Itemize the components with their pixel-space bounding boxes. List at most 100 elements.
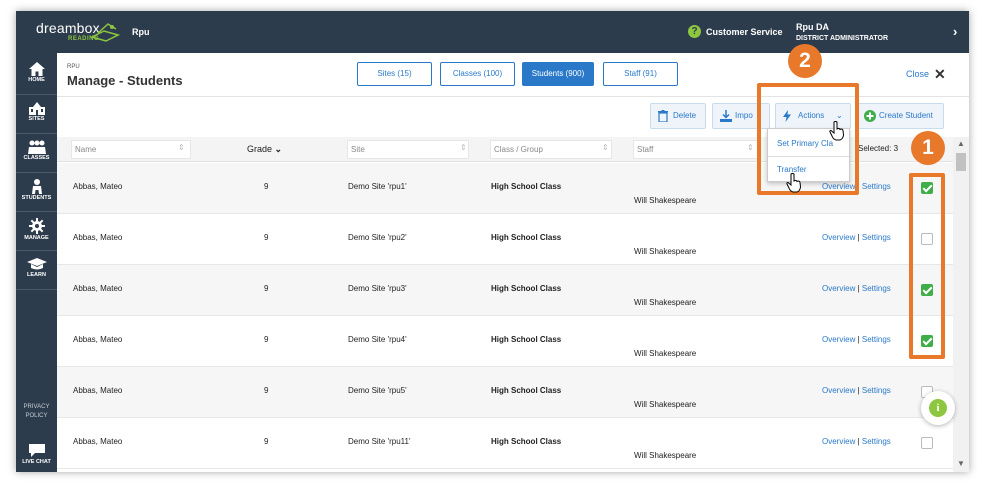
table-row[interactable]: Abbas, Mateo 9 Demo Site 'rpu3' High School… (57, 265, 953, 316)
vertical-scrollbar[interactable]: ▲ ▼ (953, 137, 969, 472)
create-student-label: Create Student (879, 111, 933, 120)
delete-label: Delete (673, 111, 697, 120)
student-site: Demo Site 'rpu2' (348, 233, 407, 242)
selected-count: Selected: 3 (858, 144, 899, 153)
privacy-policy-link[interactable]: PRIVACY POLICY (16, 403, 57, 421)
staff-filter-input[interactable]: Staff (633, 140, 761, 159)
chevron-right-icon[interactable]: › (953, 24, 957, 39)
sidebar-item-classes[interactable]: CLASSES (16, 135, 57, 173)
table-row[interactable]: Abbas, Mateo 9 Demo Site 'rpu11' High Schoo… (57, 418, 953, 469)
link-separator: | (857, 386, 860, 395)
link-separator: | (857, 437, 860, 446)
annotation-box-checkboxes (909, 173, 945, 359)
settings-link[interactable]: Settings (862, 284, 891, 293)
student-icon (31, 179, 42, 194)
gear-icon (28, 218, 45, 234)
sidebar-item-sites[interactable]: SITES (16, 96, 57, 134)
sidebar-label-learn: LEARN (27, 272, 46, 278)
sort-icon[interactable]: ⇕ (747, 143, 754, 152)
tab-classes[interactable]: Classes (100) (440, 62, 515, 86)
info-icon: i (929, 399, 947, 417)
student-site: Demo Site 'rpu1' (348, 182, 407, 191)
name-filter-input[interactable]: Name (71, 140, 191, 159)
overview-link[interactable]: Overview (822, 437, 855, 446)
annotation-step-2: 2 (788, 44, 822, 78)
user-role: DISTRICT ADMINISTRATOR (796, 35, 889, 42)
settings-link[interactable]: Settings (862, 182, 891, 191)
student-staff: Will Shakespeare (634, 451, 697, 460)
sidebar-item-learn[interactable]: LEARN (16, 252, 57, 290)
settings-link[interactable]: Settings (862, 386, 891, 395)
student-class: High School Class (491, 437, 562, 446)
student-grade: 9 (264, 335, 269, 344)
hand-cursor-icon (786, 173, 802, 193)
tab-students[interactable]: Students (900) (522, 62, 594, 86)
student-staff: Will Shakespeare (634, 247, 697, 256)
settings-link[interactable]: Settings (862, 437, 891, 446)
overview-link[interactable]: Overview (822, 386, 855, 395)
scroll-down-icon[interactable]: ▼ (957, 459, 965, 468)
link-separator: | (857, 233, 860, 242)
site-filter-input[interactable]: Site (347, 140, 469, 159)
sidebar-label-students: STUDENTS (21, 195, 52, 201)
settings-link[interactable]: Settings (862, 335, 891, 344)
student-staff: Will Shakespeare (634, 400, 697, 409)
app-window: dreambox READING Rpu ? Customer Service … (16, 11, 969, 472)
sidebar: HOME SITES CLASSES STUDENTS MANAGE LEARN… (16, 53, 57, 472)
book-logo-icon (90, 23, 120, 42)
close-button[interactable]: Close (906, 69, 929, 79)
overview-link[interactable]: Overview (822, 335, 855, 344)
download-icon (720, 110, 732, 122)
sidebar-item-students[interactable]: STUDENTS (16, 174, 57, 212)
row-checkbox[interactable] (921, 437, 933, 449)
grade-column-header[interactable]: Grade ⌄ (247, 144, 282, 155)
row-links: Overview | Settings (822, 386, 891, 395)
sidebar-item-manage[interactable]: MANAGE (16, 213, 57, 251)
scroll-thumb[interactable] (956, 153, 966, 171)
student-name: Abbas, Mateo (73, 284, 123, 293)
student-grade: 9 (264, 182, 269, 191)
top-bar: dreambox READING Rpu ? Customer Service … (16, 11, 969, 53)
trash-icon (658, 110, 668, 122)
live-chat-button[interactable]: LIVE CHAT (16, 439, 57, 472)
class-filter-input[interactable]: Class / Group (490, 140, 612, 159)
overview-link[interactable]: Overview (822, 233, 855, 242)
annotation-step-1: 1 (911, 131, 945, 165)
info-button[interactable]: i (921, 391, 955, 425)
privacy-line-2: POLICY (25, 413, 48, 419)
delete-button[interactable]: Delete (650, 103, 706, 129)
graduation-cap-icon (26, 258, 47, 270)
sidebar-item-home[interactable]: HOME (16, 57, 57, 95)
row-links: Overview | Settings (822, 437, 891, 446)
row-links: Overview | Settings (822, 335, 891, 344)
tab-sites[interactable]: Sites (15) (357, 62, 432, 86)
close-icon[interactable]: ✕ (934, 66, 946, 83)
sort-icon[interactable]: ⇕ (178, 143, 185, 152)
settings-link[interactable]: Settings (862, 233, 891, 242)
student-site: Demo Site 'rpu5' (348, 386, 407, 395)
student-site: Demo Site 'rpu4' (348, 335, 407, 344)
home-icon (28, 62, 45, 76)
create-student-button[interactable]: Create Student (856, 103, 944, 129)
sort-icon[interactable]: ⇕ (602, 143, 609, 152)
breadcrumb[interactable]: RPU (67, 64, 80, 70)
sort-icon[interactable]: ⇕ (460, 143, 467, 152)
table-row[interactable]: Abbas, Mateo 9 Demo Site 'rpu5' High School… (57, 367, 953, 418)
overview-link[interactable]: Overview (822, 284, 855, 293)
table-row[interactable]: Abbas, Mateo 9 Demo Site 'rpu2' High School… (57, 214, 953, 265)
help-icon[interactable]: ? (688, 25, 701, 38)
student-staff: Will Shakespeare (634, 298, 697, 307)
student-class: High School Class (491, 233, 562, 242)
sidebar-label-classes: CLASSES (23, 155, 50, 161)
student-name: Abbas, Mateo (73, 182, 123, 191)
tab-staff[interactable]: Staff (91) (603, 62, 678, 86)
user-name[interactable]: Rpu DA (796, 22, 829, 32)
student-grade: 9 (264, 284, 269, 293)
table-row[interactable]: Abbas, Mateo 9 Demo Site 'rpu4' High School… (57, 316, 953, 367)
scroll-up-icon[interactable]: ▲ (957, 139, 965, 148)
plus-circle-icon (864, 110, 876, 122)
student-name: Abbas, Mateo (73, 437, 123, 446)
chat-bubble-icon (28, 444, 45, 457)
customer-service-link[interactable]: Customer Service (706, 27, 783, 37)
school-icon (28, 102, 45, 115)
